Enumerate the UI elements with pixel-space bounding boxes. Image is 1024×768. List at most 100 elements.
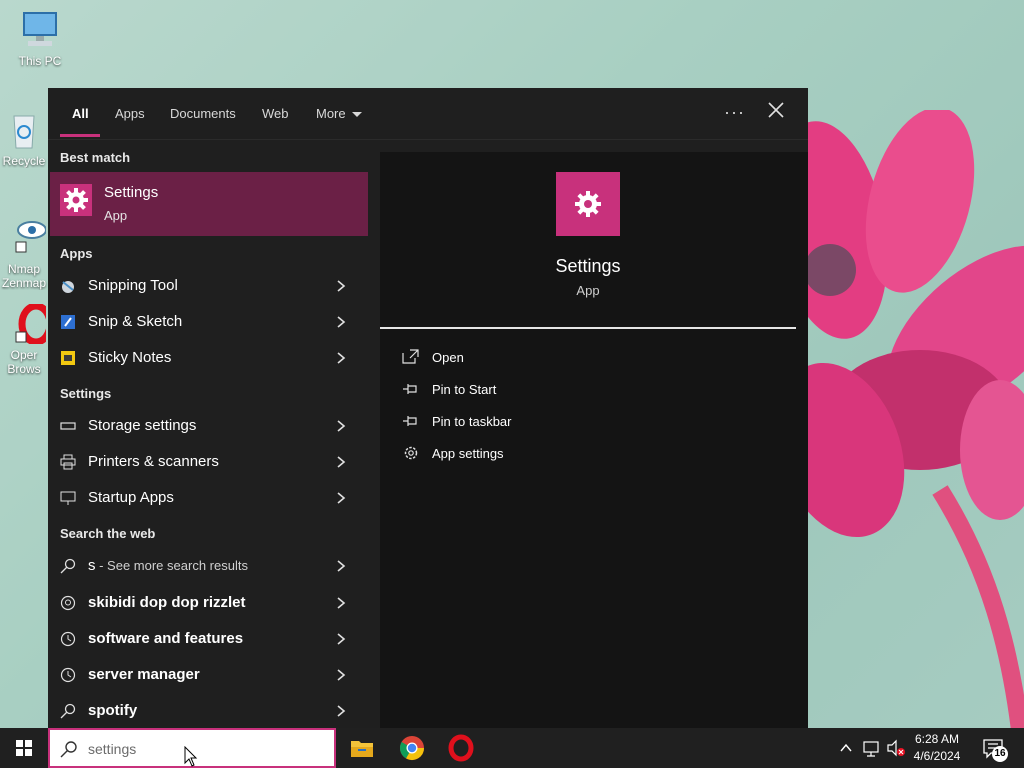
tab-documents[interactable]: Documents <box>170 106 236 136</box>
settings-item-label: Startup Apps <box>88 489 174 506</box>
chevron-up-icon[interactable] <box>838 728 854 768</box>
app-item-label: Snipping Tool <box>88 277 178 294</box>
desktop-icon-label: Recycle <box>2 154 46 168</box>
desktop-icon-opera[interactable]: Oper Brows <box>0 304 48 376</box>
tab-all[interactable]: All <box>72 106 89 136</box>
chevron-right-icon[interactable] <box>336 316 346 328</box>
sticky-notes-icon <box>61 351 75 365</box>
pin-icon <box>403 416 417 426</box>
settings-item-storage[interactable]: Storage settings <box>48 409 368 443</box>
action-label: Pin to taskbar <box>432 414 512 429</box>
tab-more[interactable]: More <box>316 106 362 136</box>
settings-heading: Settings <box>60 386 112 401</box>
settings-item-printers[interactable]: Printers & scanners <box>48 445 368 479</box>
snip-sketch-icon <box>61 315 75 329</box>
network-icon[interactable] <box>862 728 882 768</box>
clock-date: 4/6/2024 <box>913 749 961 763</box>
app-item-label: Snip & Sketch <box>88 313 183 330</box>
action-pin-to-taskbar[interactable]: Pin to taskbar <box>402 410 702 434</box>
recycle-bin-icon <box>2 110 46 150</box>
web-item-spotify[interactable]: spotify <box>48 694 368 728</box>
search-icon <box>60 741 77 758</box>
chevron-right-icon[interactable] <box>336 280 346 292</box>
search-icon <box>60 558 76 574</box>
caret-down-icon <box>351 112 362 118</box>
active-tab-indicator <box>60 134 100 137</box>
action-label: App settings <box>432 446 504 461</box>
startup-icon <box>60 491 76 505</box>
desktop-icon-label: This PC <box>18 54 62 68</box>
web-item-label: s - See more search results <box>88 557 248 574</box>
opera-icon <box>2 304 48 346</box>
web-heading: Search the web <box>60 526 156 541</box>
web-item-server-manager[interactable]: server manager <box>48 658 368 692</box>
gear-icon <box>60 184 92 216</box>
close-icon[interactable] <box>766 100 786 120</box>
web-item-label: spotify <box>88 702 138 719</box>
web-item-label: server manager <box>88 666 200 683</box>
web-item-query: s <box>88 557 96 574</box>
computer-icon <box>18 10 62 50</box>
chevron-right-icon[interactable] <box>336 705 346 717</box>
desktop-icon-nmap-zenmap[interactable]: Nmap Zenmap <box>0 218 48 290</box>
best-match-settings[interactable]: Settings App <box>50 172 368 236</box>
best-match-subtitle: App <box>104 208 128 223</box>
history-icon <box>60 667 76 683</box>
tab-apps[interactable]: Apps <box>115 106 145 136</box>
desktop-icon-label: Zenmap <box>1 276 47 290</box>
history-icon <box>60 631 76 647</box>
chevron-right-icon[interactable] <box>336 669 346 681</box>
desktop-icon-label: Nmap <box>7 262 40 276</box>
preview-pane: Settings App Open Pin to Start Pin to ta… <box>380 152 808 728</box>
best-match-title: Settings <box>104 184 159 201</box>
snipping-tool-icon <box>62 281 74 293</box>
tab-web[interactable]: Web <box>262 106 289 136</box>
action-pin-to-start[interactable]: Pin to Start <box>402 378 702 402</box>
app-item-snipping-tool[interactable]: Snipping Tool <box>48 269 368 303</box>
desktop-icon-this-pc[interactable]: This PC <box>4 10 76 68</box>
storage-icon <box>60 422 76 430</box>
chrome-icon[interactable] <box>398 734 426 762</box>
start-button[interactable] <box>0 728 48 768</box>
app-item-label: Sticky Notes <box>88 349 172 366</box>
action-app-settings[interactable]: App settings <box>402 442 702 466</box>
chevron-right-icon[interactable] <box>336 352 346 364</box>
web-item-label: skibidi dop dop rizzlet <box>88 594 246 611</box>
chevron-right-icon[interactable] <box>336 420 346 432</box>
web-item-label: software and features <box>88 630 244 647</box>
chevron-right-icon[interactable] <box>336 456 346 468</box>
web-item-software[interactable]: software and features <box>48 622 368 656</box>
search-panel: All Apps Documents Web More ··· Best mat… <box>48 88 808 728</box>
chevron-right-icon[interactable] <box>336 633 346 645</box>
chevron-right-icon[interactable] <box>336 560 346 572</box>
apps-heading: Apps <box>60 246 93 261</box>
search-tabs-bar: All Apps Documents Web More ··· <box>48 88 808 140</box>
open-icon <box>402 349 419 364</box>
printer-icon <box>60 454 76 470</box>
gear-icon <box>556 172 620 236</box>
settings-item-label: Printers & scanners <box>88 453 219 470</box>
settings-item-startup[interactable]: Startup Apps <box>48 481 368 515</box>
taskbar: settings 6:28 AM 4/6/2024 16 <box>0 728 1024 768</box>
search-input-value[interactable]: settings <box>88 741 136 757</box>
app-item-sticky-notes[interactable]: Sticky Notes <box>48 341 368 375</box>
clock-time: 6:28 AM <box>914 732 960 746</box>
preview-subtitle: App <box>576 283 600 298</box>
file-explorer-icon[interactable] <box>348 734 376 762</box>
action-open[interactable]: Open <box>402 346 702 370</box>
notification-count-badge: 16 <box>992 746 1008 762</box>
web-item-see-more[interactable]: s - See more search results <box>48 549 368 583</box>
search-icon <box>60 703 76 719</box>
opera-icon[interactable] <box>447 734 475 762</box>
desktop-icon-recycle-bin[interactable]: Recycle <box>0 110 48 168</box>
chevron-right-icon[interactable] <box>336 597 346 609</box>
taskbar-clock[interactable]: 6:28 AM 4/6/2024 <box>902 731 972 765</box>
pin-icon <box>403 384 417 394</box>
action-label: Open <box>432 350 464 365</box>
gear-icon <box>404 446 418 460</box>
chevron-right-icon[interactable] <box>336 492 346 504</box>
web-item-skibidi[interactable]: skibidi dop dop rizzlet <box>48 586 368 620</box>
app-item-snip-sketch[interactable]: Snip & Sketch <box>48 305 368 339</box>
settings-item-label: Storage settings <box>88 417 197 434</box>
ellipsis-icon[interactable]: ··· <box>724 102 745 123</box>
